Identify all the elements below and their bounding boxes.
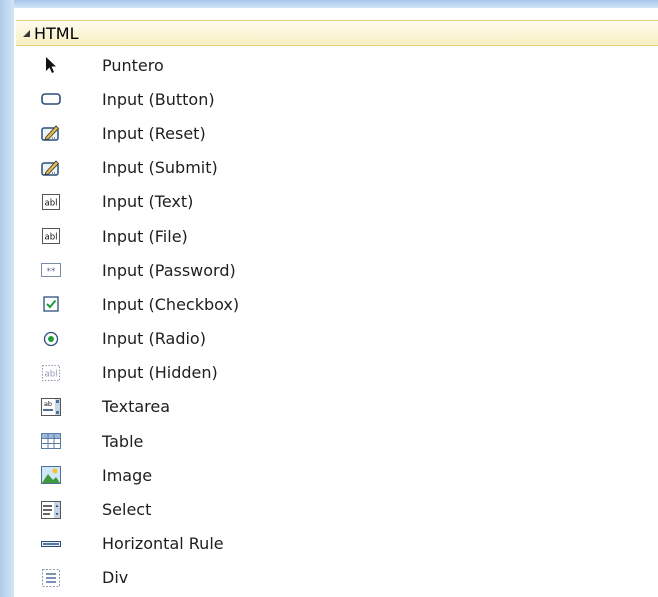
group-title: HTML <box>34 23 79 43</box>
toolbox-item-puntero[interactable]: Puntero <box>16 48 658 82</box>
hidden-input-icon: abl <box>40 363 62 383</box>
toolbox-item-input-reset[interactable]: Input (Reset) <box>16 116 658 150</box>
toolbox-item-list: Puntero Input (Button) Input (Reset) Inp… <box>16 48 658 595</box>
table-icon <box>40 431 62 451</box>
collapse-arrow-icon[interactable] <box>23 29 30 37</box>
button-icon <box>40 89 62 109</box>
toolbox-item-input-button[interactable]: Input (Button) <box>16 82 658 116</box>
toolbox-item-select[interactable]: Select <box>16 492 658 526</box>
checkbox-icon <box>40 294 62 314</box>
item-label: Input (File) <box>102 226 188 246</box>
toolbox-item-input-text[interactable]: abl Input (Text) <box>16 185 658 219</box>
item-label: Puntero <box>102 55 164 75</box>
svg-text:ab: ab <box>44 400 52 408</box>
svg-text:abl: abl <box>45 233 58 243</box>
file-input-icon: abl <box>40 226 62 246</box>
item-label: Input (Password) <box>102 260 236 280</box>
toolbox-item-input-radio[interactable]: Input (Radio) <box>16 322 658 356</box>
item-label: Image <box>102 465 153 485</box>
item-label: Div <box>102 568 129 588</box>
toolbox-item-input-file[interactable]: abl Input (File) <box>16 219 658 253</box>
radio-icon <box>40 329 62 349</box>
toolbox-item-textarea[interactable]: ab Textarea <box>16 390 658 424</box>
password-icon: ** <box>40 260 62 280</box>
pointer-icon <box>40 55 62 75</box>
submit-icon <box>40 158 62 178</box>
toolbox-item-image[interactable]: Image <box>16 458 658 492</box>
image-icon <box>40 465 62 485</box>
textbox-icon: abl <box>40 192 62 212</box>
window-frame-top <box>0 0 658 8</box>
textarea-icon: ab <box>40 397 62 417</box>
svg-text:**: ** <box>47 267 57 277</box>
item-label: Input (Radio) <box>102 329 206 349</box>
svg-text:abl: abl <box>45 369 58 379</box>
toolbox-item-input-hidden[interactable]: abl Input (Hidden) <box>16 356 658 390</box>
item-label: Input (Text) <box>102 192 194 212</box>
item-label: Select <box>102 500 152 520</box>
item-label: Input (Hidden) <box>102 363 218 383</box>
item-label: Textarea <box>102 397 171 417</box>
svg-text:abl: abl <box>45 198 58 208</box>
item-label: Input (Checkbox) <box>102 294 240 314</box>
reset-icon <box>40 123 62 143</box>
select-icon <box>40 500 62 520</box>
toolbox-item-horizontal-rule[interactable]: Horizontal Rule <box>16 527 658 561</box>
toolbox-item-div[interactable]: Div <box>16 561 658 595</box>
toolbox-item-input-submit[interactable]: Input (Submit) <box>16 151 658 185</box>
horizontal-rule-icon <box>40 534 62 554</box>
group-header-html[interactable]: HTML <box>16 20 658 46</box>
item-label: Input (Submit) <box>102 158 218 178</box>
div-icon <box>40 568 62 588</box>
toolbox-item-input-checkbox[interactable]: Input (Checkbox) <box>16 287 658 321</box>
toolbox-item-input-password[interactable]: ** Input (Password) <box>16 253 658 287</box>
item-label: Input (Button) <box>102 89 215 109</box>
item-label: Horizontal Rule <box>102 534 224 554</box>
toolbox-panel: HTML Puntero Input (Button) Input (Reset… <box>16 20 658 597</box>
item-label: Input (Reset) <box>102 123 206 143</box>
item-label: Table <box>102 431 144 451</box>
window-frame-left <box>0 0 14 597</box>
toolbox-item-table[interactable]: Table <box>16 424 658 458</box>
